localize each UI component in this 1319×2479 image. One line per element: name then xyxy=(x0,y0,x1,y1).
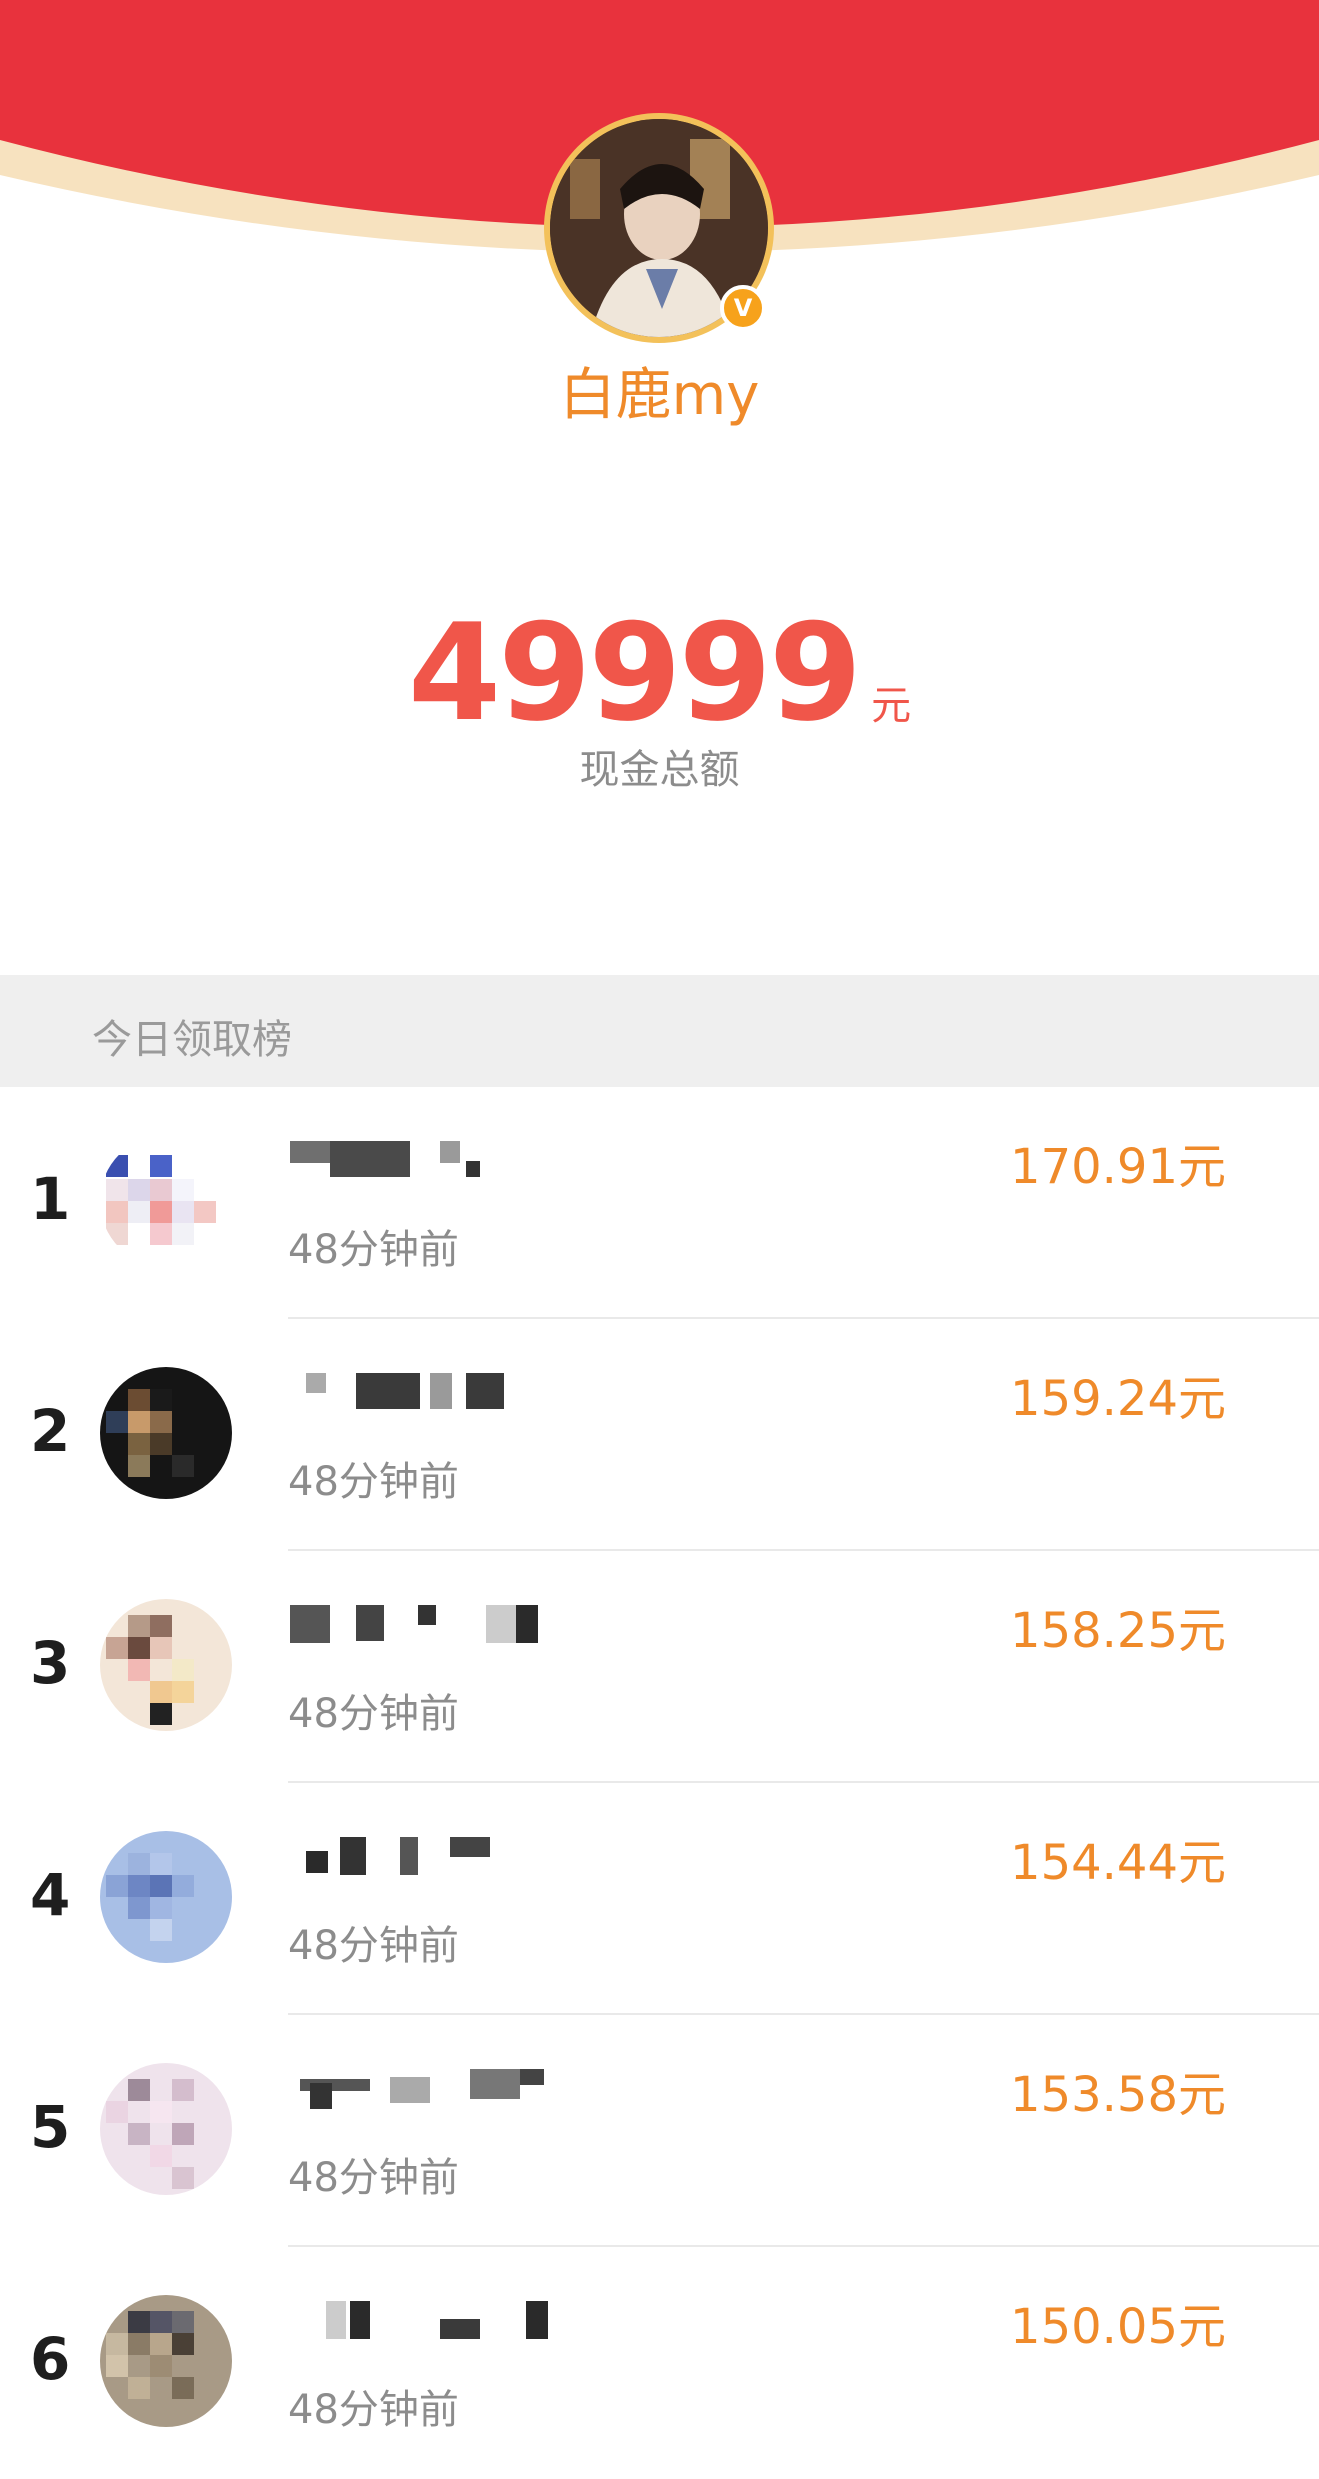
claim-time: 48分钟前 xyxy=(288,2155,459,2201)
rank-number: 3 xyxy=(30,1629,71,1697)
masked-username xyxy=(290,1141,590,1181)
masked-username xyxy=(290,2069,590,2109)
total-amount-unit: 元 xyxy=(871,683,912,729)
claim-time: 48分钟前 xyxy=(288,1227,459,1273)
masked-username xyxy=(290,1373,590,1413)
claim-amount: 159.24元 xyxy=(1010,1371,1226,1427)
total-amount-label: 现金总额 xyxy=(579,747,740,793)
total-amount-value: 49999 xyxy=(407,595,862,751)
avatar[interactable] xyxy=(100,1135,232,1267)
list-item[interactable]: 5 48分钟前 153.58元 xyxy=(0,2015,1319,2247)
claim-amount: 150.05元 xyxy=(1010,2299,1226,2355)
avatar[interactable] xyxy=(100,1367,232,1499)
profile-avatar[interactable]: V xyxy=(544,113,774,343)
avatar[interactable] xyxy=(100,2295,232,2427)
claim-amount: 153.58元 xyxy=(1010,2067,1226,2123)
avatar[interactable] xyxy=(100,1599,232,1731)
profile-name[interactable]: 白鹿my xyxy=(0,350,1319,431)
claim-amount: 154.44元 xyxy=(1010,1835,1226,1891)
rank-number: 4 xyxy=(30,1861,71,1929)
list-item[interactable]: 4 48分钟前 154.44元 xyxy=(0,1783,1319,2015)
list-item[interactable]: 6 48分钟前 150.05元 xyxy=(0,2247,1319,2479)
leaderboard-title: 今日领取榜 xyxy=(92,1017,292,1063)
leaderboard-header: 今日领取榜 xyxy=(0,975,1319,1087)
list-item[interactable]: 1 48分钟前 170.91元 xyxy=(0,1087,1319,1319)
avatar[interactable] xyxy=(100,1831,232,1963)
rank-number: 5 xyxy=(30,2093,71,2161)
avatar[interactable] xyxy=(100,2063,232,2195)
verified-badge-icon: V xyxy=(720,285,766,331)
claim-time: 48分钟前 xyxy=(288,1691,459,1737)
claim-time: 48分钟前 xyxy=(288,1923,459,1969)
rank-number: 6 xyxy=(30,2325,71,2393)
claim-amount: 170.91元 xyxy=(1010,1139,1226,1195)
claim-time: 48分钟前 xyxy=(288,1459,459,1505)
list-item[interactable]: 2 48分钟前 159.24元 xyxy=(0,1319,1319,1551)
masked-username xyxy=(290,1605,590,1645)
list-item[interactable]: 3 48分钟前 158.25元 xyxy=(0,1551,1319,1783)
claim-time: 48分钟前 xyxy=(288,2387,459,2433)
total-amount: 49999 元 xyxy=(0,595,1319,751)
leaderboard-list: 1 48分钟前 170.91元 2 48分钟前 159.24元 3 48分钟前 … xyxy=(0,1087,1319,2479)
rank-number: 2 xyxy=(30,1397,71,1465)
rank-number: 1 xyxy=(30,1165,71,1233)
masked-username xyxy=(290,1837,590,1877)
claim-amount: 158.25元 xyxy=(1010,1603,1226,1659)
masked-username xyxy=(290,2301,590,2341)
